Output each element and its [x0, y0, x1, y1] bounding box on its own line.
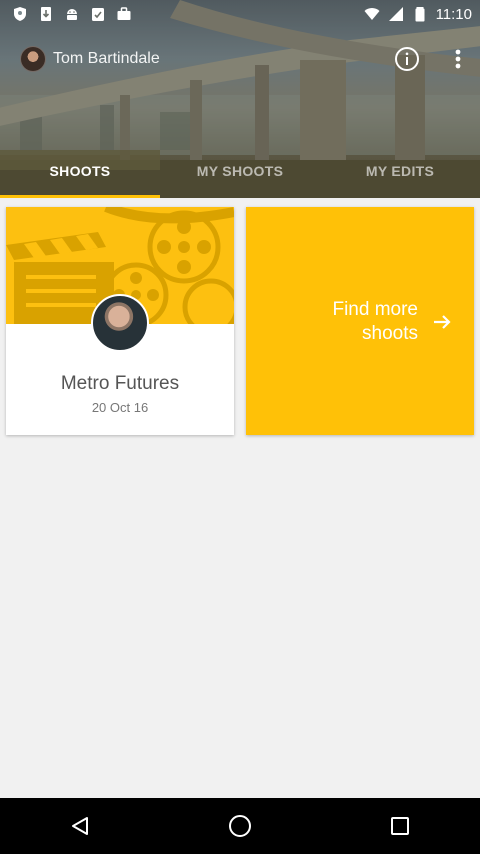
shoot-date: 20 Oct 16	[91, 400, 149, 415]
wifi-icon	[364, 8, 380, 20]
briefcase-icon	[117, 7, 131, 20]
tab-shoots[interactable]: SHOOTS	[0, 150, 160, 198]
user-name: Tom Bartindale	[53, 50, 160, 67]
signal-icon	[388, 7, 403, 21]
user-avatar[interactable]	[20, 46, 46, 72]
home-button[interactable]	[225, 811, 255, 841]
shoot-avatar	[91, 294, 149, 352]
info-icon[interactable]	[394, 46, 420, 72]
arrow-right-icon	[434, 315, 451, 329]
status-bar: 11:10	[0, 0, 480, 28]
navigation-bar	[0, 798, 480, 854]
tab-my-shoots[interactable]: MY SHOOTS	[160, 150, 320, 198]
back-button[interactable]	[65, 811, 95, 841]
shield-icon	[14, 7, 26, 21]
find-more-shoots-card[interactable]: Find more shoots	[246, 207, 474, 435]
tab-my-edits[interactable]: MY EDITS	[320, 150, 480, 198]
find-more-label: Find more shoots	[332, 298, 418, 346]
tab-bar: SHOOTS MY SHOOTS MY EDITS	[0, 150, 480, 198]
find-more-line1: Find more	[332, 299, 418, 320]
find-more-line2: shoots	[362, 323, 418, 344]
home-icon	[229, 815, 251, 837]
back-icon	[72, 817, 88, 835]
status-time: 11:10	[435, 5, 472, 23]
recents-icon	[391, 817, 409, 835]
android-icon	[67, 9, 77, 20]
header: 11:10 Tom Bartindale SHOOTS MY SHOOTS MY…	[0, 0, 480, 198]
shoot-title: Metro Futures	[60, 373, 180, 394]
user-profile[interactable]: Tom Bartindale	[20, 46, 160, 72]
clipboard-check-icon	[92, 8, 104, 21]
battery-icon	[415, 7, 425, 22]
more-vert-icon[interactable]	[448, 46, 468, 72]
shoot-card[interactable]: Metro Futures 20 Oct 16	[6, 207, 234, 435]
download-icon	[41, 7, 51, 21]
recents-button[interactable]	[385, 811, 415, 841]
